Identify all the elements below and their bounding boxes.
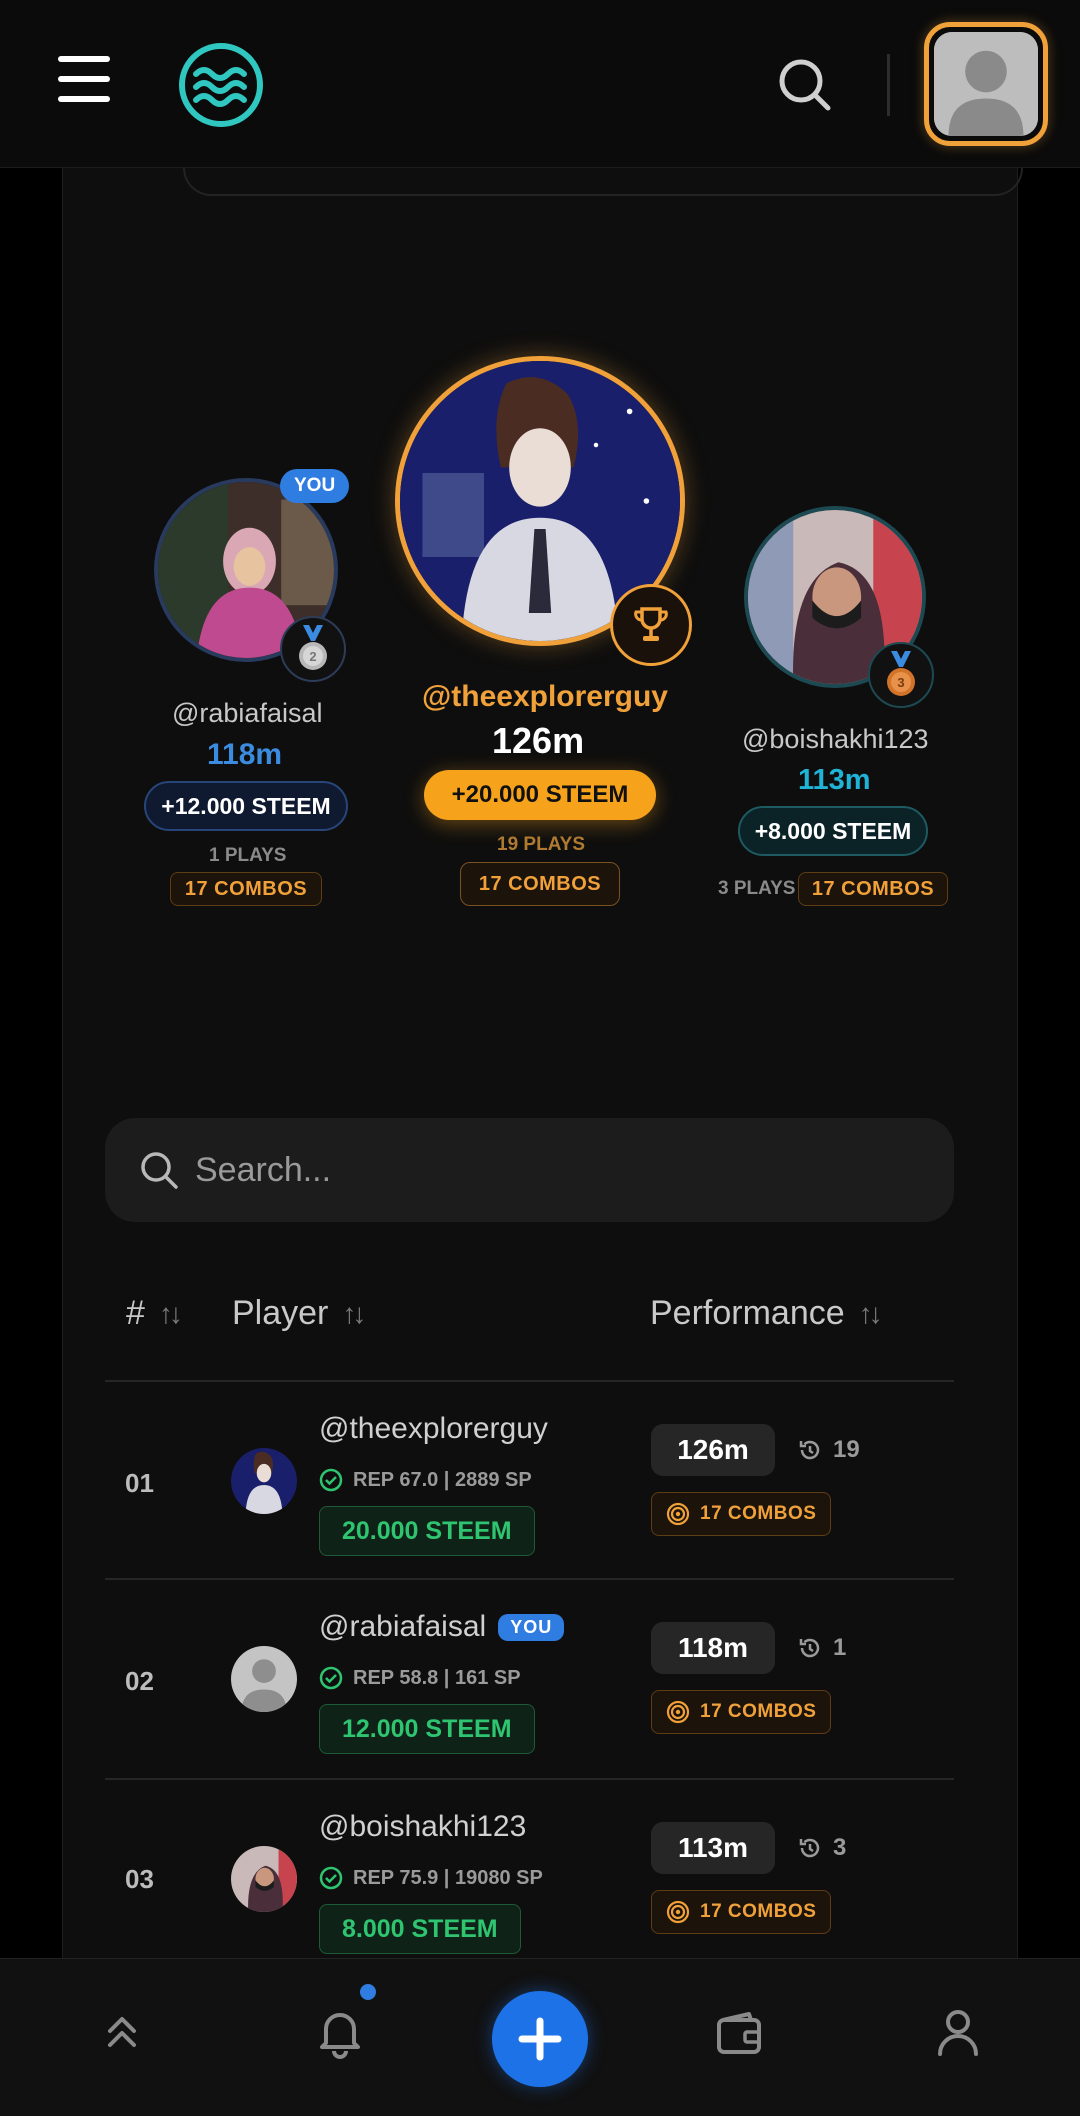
row-rank: 02 bbox=[125, 1666, 154, 1696]
row-combos-text: 17 COMBOS bbox=[700, 1701, 817, 1722]
verified-check-icon bbox=[319, 1666, 343, 1690]
row-score: 118m bbox=[651, 1622, 775, 1674]
row-score: 126m bbox=[651, 1424, 775, 1476]
podium-first-name[interactable]: @theexplorerguy bbox=[422, 680, 668, 714]
target-icon bbox=[666, 1502, 690, 1526]
column-header-rank[interactable]: # ↑↓ bbox=[126, 1294, 183, 1333]
trophy-icon bbox=[610, 584, 692, 666]
chevrons-up-icon[interactable] bbox=[94, 2005, 150, 2061]
history-icon bbox=[799, 1638, 820, 1658]
sort-icon: ↑↓ bbox=[858, 1297, 883, 1329]
row-player-name[interactable]: @theexplorerguy bbox=[319, 1412, 548, 1446]
row-player-name[interactable]: @boishakhi123 bbox=[319, 1810, 526, 1844]
row-rep: REP 58.8 | 161 SP bbox=[319, 1666, 521, 1690]
row-rank: 01 bbox=[125, 1468, 154, 1498]
waves-logo-icon[interactable] bbox=[178, 42, 264, 128]
row-plays-text: 1 bbox=[833, 1634, 847, 1661]
row-player-name-text: @theexplorerguy bbox=[319, 1412, 548, 1445]
verified-check-icon bbox=[319, 1866, 343, 1890]
podium-first-combos: 17 COMBOS bbox=[460, 862, 620, 906]
row-plays: 1 bbox=[797, 1634, 846, 1662]
row-combos: 17 COMBOS bbox=[651, 1890, 832, 1934]
podium-third-reward: +8.000 STEEM bbox=[738, 806, 928, 856]
row-rep-text: REP 75.9 | 19080 SP bbox=[353, 1866, 543, 1889]
row-combos: 17 COMBOS bbox=[651, 1690, 832, 1734]
wallet-icon[interactable] bbox=[712, 2005, 768, 2061]
podium-first-plays: 19 PLAYS bbox=[497, 834, 586, 855]
row-reward: 8.000 STEEM bbox=[319, 1904, 521, 1954]
history-icon bbox=[799, 1838, 820, 1858]
podium-third-combos: 17 COMBOS bbox=[798, 872, 948, 906]
search-icon[interactable] bbox=[778, 58, 832, 112]
plus-icon bbox=[518, 2017, 562, 2061]
podium-second-score: 118m bbox=[207, 738, 283, 771]
row-reward: 20.000 STEEM bbox=[319, 1506, 535, 1556]
you-badge: YOU bbox=[280, 469, 350, 503]
create-plus-button[interactable] bbox=[492, 1991, 588, 2087]
bronze-medal-icon: 3 bbox=[868, 642, 934, 708]
row-score: 113m bbox=[651, 1822, 775, 1874]
silver-medal-icon: 2 bbox=[280, 616, 346, 682]
column-header-performance-label: Performance bbox=[650, 1294, 845, 1332]
history-icon bbox=[799, 1440, 820, 1460]
profile-avatar-button[interactable] bbox=[924, 22, 1048, 146]
row-avatar bbox=[231, 1846, 297, 1912]
row-rank: 03 bbox=[125, 1864, 154, 1894]
row-player-name-text: @rabiafaisal bbox=[319, 1610, 487, 1643]
top-bar bbox=[0, 0, 1080, 168]
you-badge: YOU bbox=[498, 1613, 565, 1641]
svg-text:2: 2 bbox=[309, 649, 316, 664]
row-avatar bbox=[231, 1646, 297, 1712]
search-icon bbox=[141, 1152, 178, 1189]
sort-icon: ↑↓ bbox=[158, 1297, 183, 1329]
row-plays: 19 bbox=[797, 1436, 860, 1464]
row-rep-text: REP 67.0 | 2889 SP bbox=[353, 1468, 532, 1491]
podium-third-name[interactable]: @boishakhi123 bbox=[742, 724, 929, 755]
row-plays-text: 3 bbox=[833, 1834, 847, 1861]
row-rep: REP 67.0 | 2889 SP bbox=[319, 1468, 532, 1492]
row-combos-text: 17 COMBOS bbox=[700, 1901, 817, 1922]
row-plays-text: 19 bbox=[833, 1436, 860, 1463]
bottom-navigation bbox=[0, 1958, 1080, 2116]
divider bbox=[887, 54, 890, 116]
row-reward: 12.000 STEEM bbox=[319, 1704, 535, 1754]
podium-second-plays: 1 PLAYS bbox=[209, 845, 287, 866]
column-header-performance[interactable]: Performance ↑↓ bbox=[650, 1294, 883, 1333]
user-icon[interactable] bbox=[930, 2005, 986, 2061]
podium-first-reward: +20.000 STEEM bbox=[424, 770, 656, 820]
row-rep-text: REP 58.8 | 161 SP bbox=[353, 1666, 521, 1689]
target-icon bbox=[666, 1900, 690, 1924]
row-avatar bbox=[231, 1448, 297, 1514]
podium-second-reward: +12.000 STEEM bbox=[144, 781, 348, 831]
hamburger-menu-icon[interactable] bbox=[58, 56, 110, 102]
table-row[interactable]: 01 @theexplorerguy REP 67.0 | 2889 SP 20… bbox=[105, 1382, 954, 1580]
podium-third-plays: 3 PLAYS bbox=[718, 878, 796, 899]
svg-text:3: 3 bbox=[897, 675, 904, 690]
podium-third-score: 113m bbox=[798, 764, 871, 796]
column-header-rank-label: # bbox=[126, 1294, 145, 1332]
target-icon bbox=[666, 1700, 690, 1724]
table-row[interactable]: 02 @rabiafaisal YOU REP 58.8 | 161 SP 12… bbox=[105, 1580, 954, 1778]
search-input[interactable] bbox=[195, 1140, 895, 1200]
podium-second-combos: 17 COMBOS bbox=[170, 872, 322, 906]
table-row[interactable]: 03 @boishakhi123 REP 75.9 | 19080 SP 8.0… bbox=[105, 1780, 954, 1978]
row-combos: 17 COMBOS bbox=[651, 1492, 832, 1536]
row-plays: 3 bbox=[797, 1834, 846, 1862]
user-avatar-icon bbox=[934, 32, 1038, 136]
podium-first-score: 126m bbox=[492, 720, 585, 761]
sort-icon: ↑↓ bbox=[342, 1297, 366, 1329]
verified-check-icon bbox=[319, 1468, 343, 1492]
row-player-name[interactable]: @rabiafaisal YOU bbox=[319, 1610, 565, 1644]
notification-dot bbox=[357, 1981, 379, 2003]
column-header-player[interactable]: Player ↑↓ bbox=[232, 1294, 366, 1333]
panel-cap bbox=[183, 168, 1023, 196]
search-bar[interactable] bbox=[105, 1118, 954, 1222]
bell-icon[interactable] bbox=[312, 2005, 368, 2061]
podium-second-name[interactable]: @rabiafaisal bbox=[172, 698, 322, 729]
row-player-name-text: @boishakhi123 bbox=[319, 1810, 527, 1843]
row-rep: REP 75.9 | 19080 SP bbox=[319, 1866, 543, 1890]
row-combos-text: 17 COMBOS bbox=[700, 1503, 817, 1524]
column-header-player-label: Player bbox=[232, 1294, 329, 1332]
